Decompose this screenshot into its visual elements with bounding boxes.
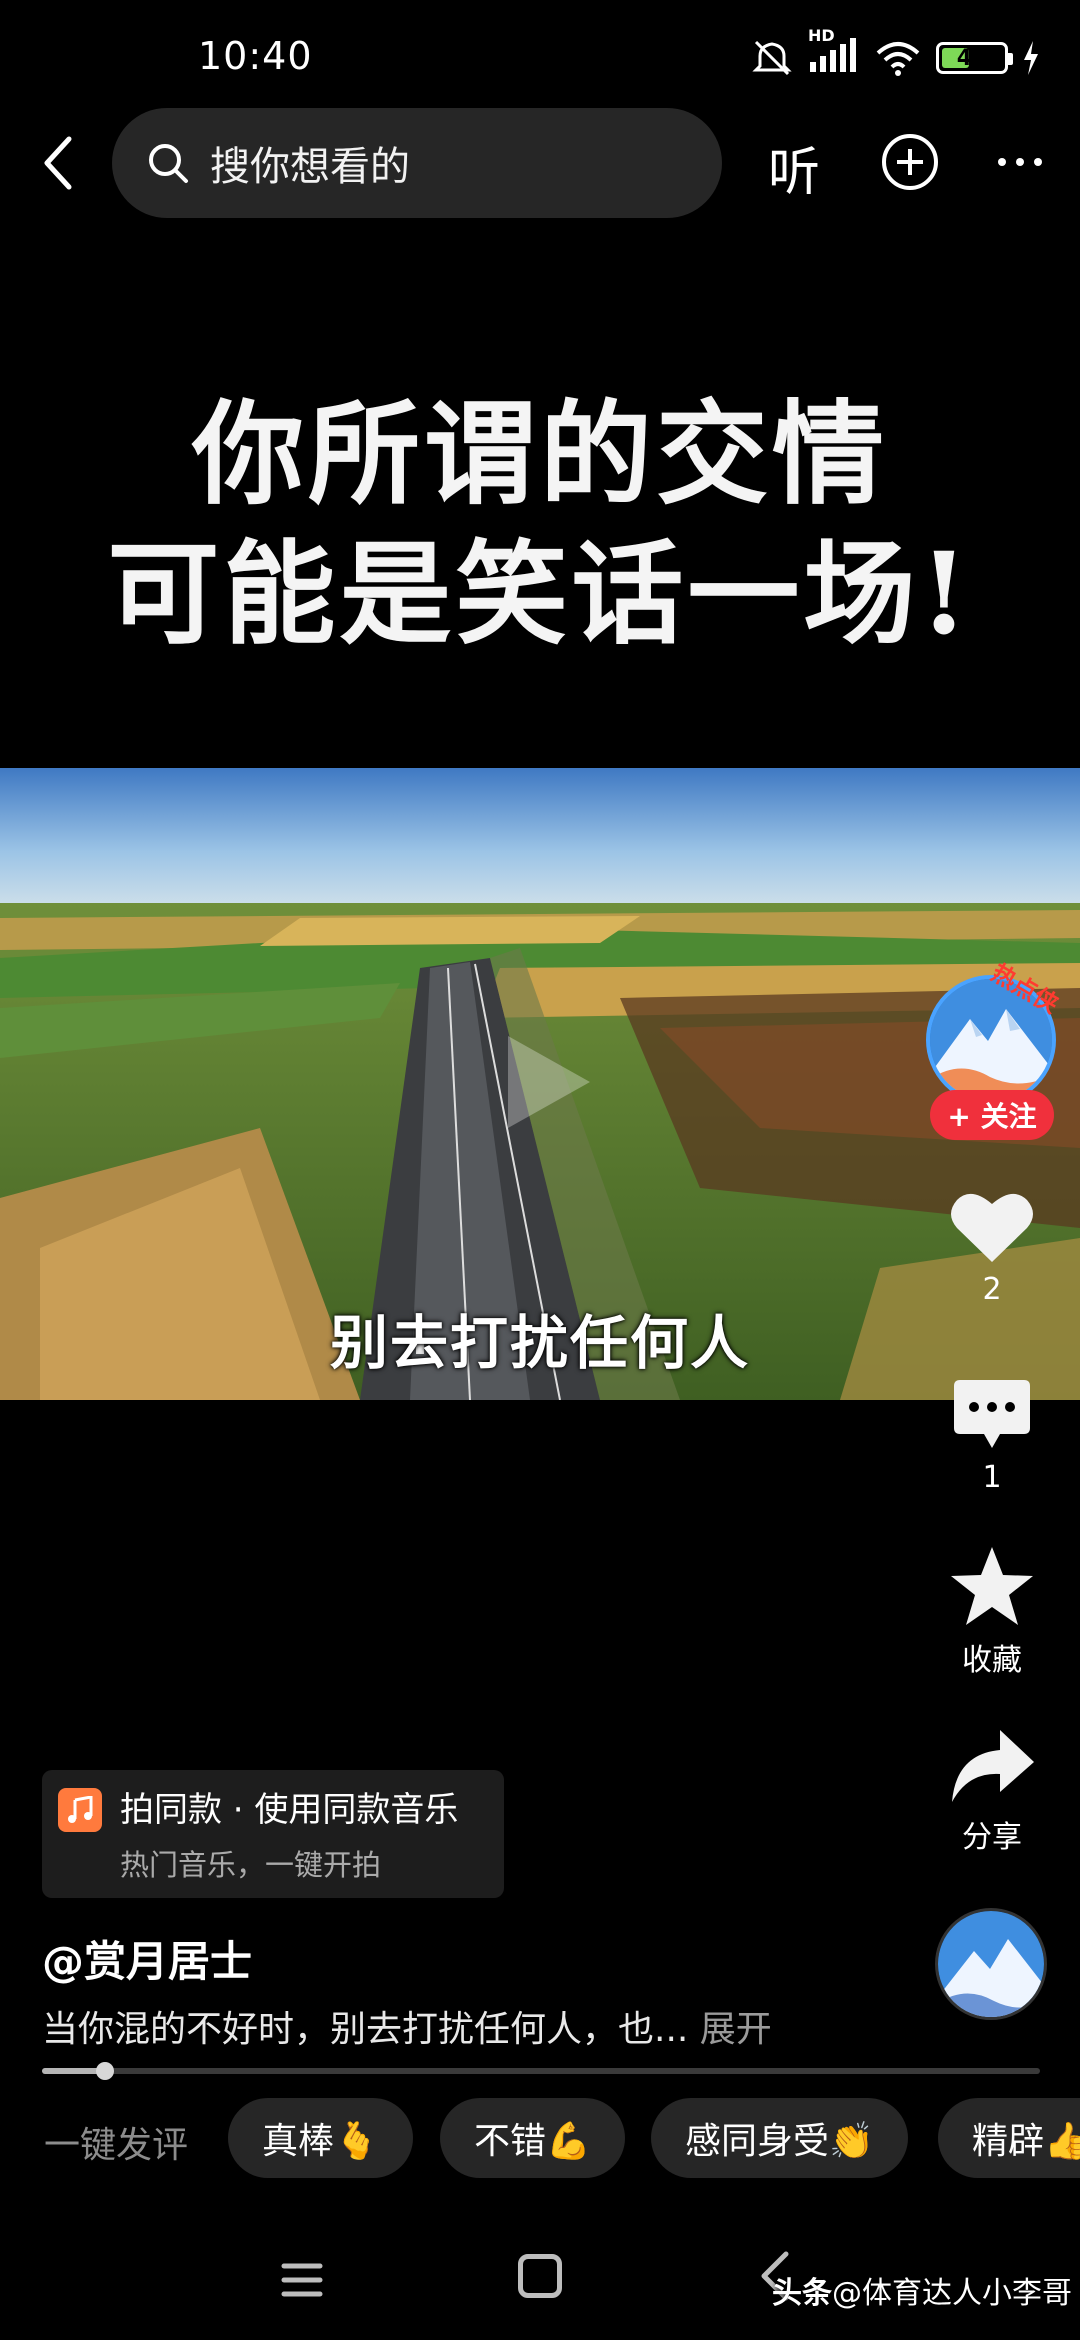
same-style-card[interactable]: 拍同款 · 使用同款音乐 热门音乐，一键开拍: [42, 1770, 504, 1898]
top-bar: 搜你想看的 听: [0, 108, 1080, 218]
same-style-subtitle: 热门音乐，一键开拍: [120, 1848, 382, 1882]
headline-line-2: 可能是笑话一场!: [107, 529, 973, 660]
watermark-brand: 头条: [772, 2276, 832, 2311]
chevron-left-icon: [44, 136, 72, 190]
comment-button[interactable]: 1: [930, 1376, 1054, 1495]
status-time: 10:40: [198, 34, 313, 78]
status-bar: 10:40 HD 45: [0, 0, 1080, 110]
share-button[interactable]: 分享: [930, 1728, 1054, 1856]
favorite-button[interactable]: 收藏: [930, 1545, 1054, 1679]
music-disc[interactable]: [935, 1908, 1047, 2020]
like-count: 2: [982, 1272, 1002, 1307]
follow-button[interactable]: + 关注: [930, 1090, 1054, 1140]
comment-icon: [954, 1380, 1030, 1448]
video-headline: 你所谓的交情 可能是笑话一场!: [0, 385, 1080, 665]
quick-comment-chip[interactable]: 精辟👍: [938, 2098, 1080, 2178]
music-note-icon: [58, 1788, 102, 1832]
status-icons: HD 45: [750, 26, 1040, 78]
star-icon: [951, 1547, 1033, 1625]
favorite-label: 收藏: [962, 1643, 1022, 1678]
video-subtitle: 别去打扰任何人: [329, 1309, 750, 1377]
search-input[interactable]: 搜你想看的: [112, 108, 722, 218]
share-arrow-icon: [952, 1730, 1034, 1802]
quick-comment-row: 一键发评 真棒🫰 不错💪 感同身受👏 精辟👍: [0, 2098, 1080, 2180]
listen-button[interactable]: 听: [768, 130, 820, 205]
heart-icon: [951, 1193, 1033, 1262]
same-style-title: 拍同款 · 使用同款音乐: [120, 1790, 459, 1830]
author-avatar-group[interactable]: 热点侠 + 关注: [926, 959, 1063, 1140]
progress-knob[interactable]: [95, 2062, 114, 2080]
author-username[interactable]: @赏月居士: [42, 1928, 252, 1989]
add-icon[interactable]: [880, 132, 940, 192]
quick-comment-chip[interactable]: 不错💪: [440, 2098, 625, 2178]
quick-comment-chip[interactable]: 感同身受👏: [651, 2098, 908, 2178]
headline-line-1: 你所谓的交情: [192, 389, 888, 520]
video-progress-bar[interactable]: [42, 2062, 1040, 2080]
wifi-icon: [876, 42, 920, 76]
watermark: 头条@体育达人小李哥: [772, 2268, 1072, 2312]
signal-icon: HD: [808, 26, 860, 78]
post-description: 当你混的不好时，别去打扰任何人，也... 展开: [42, 2000, 772, 2052]
quick-comment-chip[interactable]: 真棒🫰: [228, 2098, 413, 2178]
description-text: 当你混的不好时，别去打扰任何人，也...: [42, 2009, 689, 2050]
mute-icon: [752, 40, 792, 76]
more-icon[interactable]: [990, 132, 1050, 192]
share-label: 分享: [962, 1820, 1022, 1855]
watermark-handle: @体育达人小李哥: [832, 2276, 1072, 2311]
search-placeholder: 搜你想看的: [210, 144, 410, 190]
expand-link[interactable]: 展开: [700, 2009, 772, 2050]
play-icon[interactable]: [500, 1030, 596, 1134]
like-button[interactable]: 2: [930, 1188, 1054, 1307]
menu-icon[interactable]: [278, 2256, 326, 2304]
battery-indicator: 45: [936, 42, 1013, 74]
quick-comment-label: 一键发评: [44, 2125, 189, 2166]
battery-level: 45: [956, 45, 988, 71]
comment-count: 1: [982, 1460, 1002, 1495]
home-icon[interactable]: [518, 2254, 562, 2298]
charging-icon: [1024, 41, 1038, 75]
back-button[interactable]: [24, 128, 94, 198]
music-disc-image: [938, 1911, 1044, 2017]
search-icon: [149, 144, 188, 183]
network-label: HD: [808, 26, 835, 45]
